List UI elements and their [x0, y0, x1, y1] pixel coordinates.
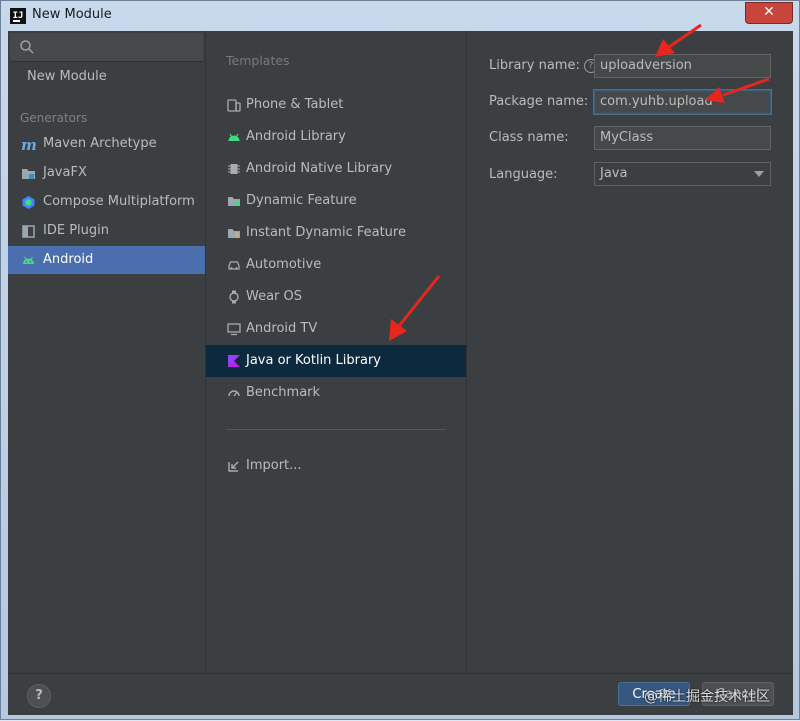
module-settings-panel: Library name:? uploadversion Package nam… — [467, 31, 793, 673]
search-input[interactable] — [10, 33, 203, 62]
template-benchmark[interactable]: Benchmark — [206, 377, 466, 409]
class-name-field[interactable]: MyClass — [594, 126, 771, 150]
template-label: Wear OS — [246, 289, 303, 304]
new-module-item[interactable]: New Module — [8, 63, 205, 91]
intellij-icon: IJ — [10, 8, 26, 24]
folder-lightning-icon — [228, 229, 240, 239]
package-name-field[interactable]: com.yuhb.upload — [594, 90, 771, 114]
sidebar-item-compose-multiplatform[interactable]: Compose Multiplatform — [8, 188, 205, 216]
template-automotive[interactable]: Automotive — [206, 249, 466, 281]
sidebar-item-label: JavaFX — [43, 165, 87, 180]
folder-icon — [228, 197, 240, 206]
android-icon — [23, 256, 34, 264]
watermark: @稀土掘金技术社区 — [644, 689, 770, 705]
language-value: Java — [600, 166, 628, 181]
templates-header: Templates — [226, 53, 290, 68]
watch-icon — [229, 290, 239, 304]
maven-icon: m — [21, 137, 36, 152]
search-icon — [20, 40, 34, 54]
template-label: Instant Dynamic Feature — [246, 225, 406, 240]
template-instant-dynamic-feature[interactable]: Instant Dynamic Feature — [206, 217, 466, 249]
template-label: Benchmark — [246, 385, 321, 400]
template-android-tv[interactable]: Android TV — [206, 313, 466, 345]
phone-icon — [227, 99, 241, 112]
sidebar-item-label: IDE Plugin — [43, 223, 109, 238]
template-label: Phone & Tablet — [246, 97, 344, 112]
package-name-label: Package name: — [489, 94, 589, 109]
template-dynamic-feature[interactable]: Dynamic Feature — [206, 185, 466, 217]
sidebar-item-ide-plugin[interactable]: IDE Plugin — [8, 217, 205, 245]
generators-label: Generators — [20, 111, 88, 125]
title-bar: IJ New Module ✕ — [1, 1, 799, 31]
template-phone-tablet[interactable]: Phone & Tablet — [206, 89, 466, 121]
sidebar-item-android[interactable]: Android — [8, 246, 205, 274]
language-select[interactable]: Java — [594, 162, 771, 186]
import-label: Import... — [246, 458, 302, 473]
dialog-content: New Module Generators m Maven Archetype … — [8, 31, 793, 715]
sidebar-item-label: Maven Archetype — [43, 136, 157, 151]
template-wear-os[interactable]: Wear OS — [206, 281, 466, 313]
help-button[interactable]: ? — [27, 684, 51, 708]
template-android-library[interactable]: Android Library — [206, 121, 466, 153]
android-icon — [228, 133, 240, 141]
sidebar-item-label: Compose Multiplatform — [43, 194, 195, 209]
templates-panel: Templates Phone & Tablet Android Library — [206, 31, 467, 673]
import-icon — [228, 461, 239, 472]
window-title: New Module — [32, 7, 112, 22]
chip-icon — [228, 164, 240, 174]
library-name-label: Library name:? — [489, 58, 598, 73]
new-module-label: New Module — [27, 69, 107, 84]
close-button[interactable]: ✕ — [745, 2, 793, 24]
template-android-native-library[interactable]: Android Native Library — [206, 153, 466, 185]
library-name-field[interactable]: uploadversion — [594, 54, 771, 78]
chevron-down-icon — [754, 171, 764, 177]
plugin-icon — [22, 225, 35, 238]
compose-icon — [22, 196, 35, 209]
generators-panel: New Module Generators m Maven Archetype … — [8, 31, 206, 673]
template-label: Automotive — [246, 257, 322, 272]
template-label: Android TV — [246, 321, 318, 336]
template-label: Dynamic Feature — [246, 193, 357, 208]
language-label: Language: — [489, 167, 558, 182]
template-label: Android Native Library — [246, 161, 393, 176]
import-item[interactable]: Import... — [206, 450, 466, 482]
templates-separator — [226, 429, 446, 430]
template-label: Android Library — [246, 129, 346, 144]
dialog-footer: ? Create Cancel @稀土掘金技术社区 — [8, 673, 793, 715]
sidebar-item-javafx[interactable]: JavaFX — [8, 159, 205, 187]
tv-icon — [227, 323, 241, 336]
folder-icon — [22, 169, 35, 179]
sidebar-item-maven-archetype[interactable]: m Maven Archetype — [8, 130, 205, 158]
sidebar-item-label: Android — [43, 252, 94, 267]
template-label: Java or Kotlin Library — [246, 353, 382, 368]
car-icon — [228, 261, 240, 270]
library-name-label-text: Library name: — [489, 58, 580, 73]
gauge-icon — [228, 390, 240, 397]
kotlin-icon — [228, 355, 240, 367]
svg-text:m: m — [21, 137, 36, 152]
template-java-kotlin-library[interactable]: Java or Kotlin Library — [206, 345, 466, 377]
new-module-window: IJ New Module ✕ New Module Generators m … — [0, 0, 800, 720]
class-name-label: Class name: — [489, 130, 569, 145]
